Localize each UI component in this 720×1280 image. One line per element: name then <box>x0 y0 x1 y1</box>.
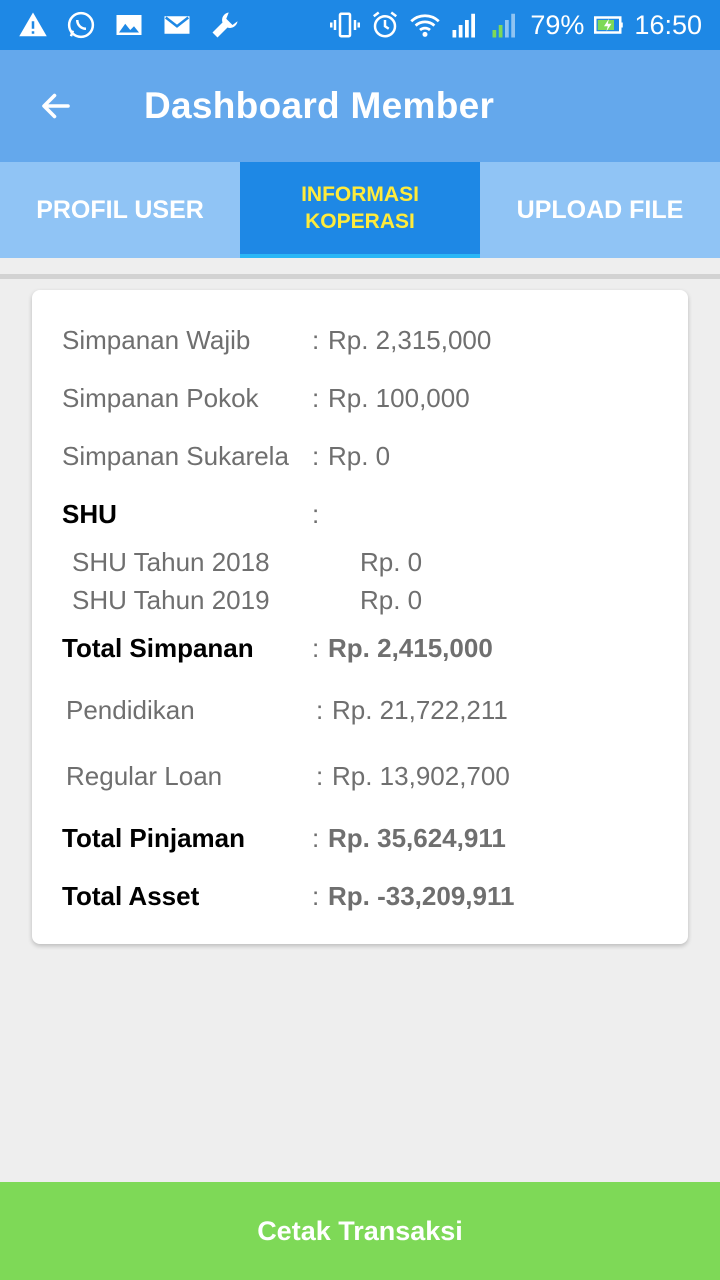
pendidikan-value: Rp. 21,722,211 <box>332 695 508 725</box>
simpanan-sukarela-label: Simpanan Sukarela <box>62 441 289 471</box>
back-button[interactable] <box>0 50 112 162</box>
total-asset-row: Total Asset : Rp. -33,209,911 <box>62 881 514 912</box>
shu-2018-row: SHU Tahun 2018 Rp. 0 <box>72 547 422 578</box>
simpanan-pokok-value: Rp. 100,000 <box>328 383 470 413</box>
wifi-icon <box>410 10 441 40</box>
tab-label: UPLOAD FILE <box>516 195 684 224</box>
image-icon <box>114 10 144 40</box>
colon: : <box>312 823 320 853</box>
shu-2019-row: SHU Tahun 2019 Rp. 0 <box>72 585 422 616</box>
shu-2019-value: Rp. 0 <box>360 585 423 615</box>
app-bar: Dashboard Member <box>0 50 720 162</box>
wrench-icon <box>210 10 240 40</box>
tab-label-line2: KOPERASI <box>305 210 415 233</box>
simpanan-pokok-label: Simpanan Pokok <box>62 383 259 413</box>
total-simpanan-label: Total Simpanan <box>62 633 254 663</box>
colon: : <box>312 499 320 529</box>
info-card: Simpanan Wajib : Rp. 2,315,000 Simpanan … <box>32 290 688 944</box>
total-simpanan-row: Total Simpanan : Rp. 2,415,000 <box>62 633 493 664</box>
shu-row: SHU : <box>62 499 328 530</box>
pendidikan-label: Pendidikan <box>66 695 195 725</box>
colon: : <box>312 441 320 471</box>
colon: : <box>312 881 320 911</box>
colon: : <box>312 383 320 413</box>
total-pinjaman-value: Rp. 35,624,911 <box>328 823 506 853</box>
total-pinjaman-row: Total Pinjaman : Rp. 35,624,911 <box>62 823 506 854</box>
total-asset-value: Rp. -33,209,911 <box>328 881 515 911</box>
warning-icon <box>18 10 48 40</box>
page-title: Dashboard Member <box>144 85 495 126</box>
divider <box>0 274 720 279</box>
regular-loan-value: Rp. 13,902,700 <box>332 761 510 791</box>
simpanan-sukarela-value: Rp. 0 <box>328 441 391 471</box>
total-pinjaman-label: Total Pinjaman <box>62 823 245 853</box>
tab-profil-user[interactable]: PROFIL USER <box>0 162 240 258</box>
shu-label: SHU <box>62 499 117 529</box>
regular-loan-row: Regular Loan : Rp. 13,902,700 <box>66 761 510 792</box>
battery-charging-icon <box>594 10 624 40</box>
colon: : <box>312 325 320 355</box>
tab-label: PROFIL USER <box>36 195 204 224</box>
shu-2019-label: SHU Tahun 2019 <box>72 585 270 615</box>
tab-bar: PROFIL USER INFORMASI KOPERASI UPLOAD FI… <box>0 162 720 258</box>
tab-label-line1: INFORMASI <box>301 183 419 206</box>
pendidikan-row: Pendidikan : Rp. 21,722,211 <box>66 695 508 726</box>
simpanan-wajib-value: Rp. 2,315,000 <box>328 325 492 355</box>
total-simpanan-value: Rp. 2,415,000 <box>328 633 493 663</box>
colon: : <box>316 695 324 725</box>
colon: : <box>316 761 324 791</box>
cetak-transaksi-button[interactable]: Cetak Transaksi <box>0 1182 720 1280</box>
arrow-back-icon <box>42 93 70 119</box>
vibrate-icon <box>330 10 361 40</box>
status-bar: 79% 16:50 <box>0 0 720 50</box>
signal-sim1-icon <box>450 10 480 40</box>
simpanan-wajib-row: Simpanan Wajib : Rp. 2,315,000 <box>62 325 491 356</box>
battery-percent: 79% <box>530 9 585 40</box>
shu-2018-label: SHU Tahun 2018 <box>72 547 270 577</box>
alarm-icon <box>370 10 400 40</box>
whatsapp-icon <box>66 10 96 40</box>
total-asset-label: Total Asset <box>62 881 200 911</box>
clock: 16:50 <box>634 9 702 40</box>
simpanan-wajib-label: Simpanan Wajib <box>62 325 251 355</box>
tab-upload-file[interactable]: UPLOAD FILE <box>480 162 720 258</box>
regular-loan-label: Regular Loan <box>66 761 223 791</box>
tab-informasi-koperasi[interactable]: INFORMASI KOPERASI <box>240 162 480 258</box>
mail-icon <box>162 10 192 40</box>
simpanan-sukarela-row: Simpanan Sukarela : Rp. 0 <box>62 441 390 472</box>
signal-sim2-icon <box>490 10 520 40</box>
simpanan-pokok-row: Simpanan Pokok : Rp. 100,000 <box>62 383 470 414</box>
colon: : <box>312 633 320 663</box>
shu-2018-value: Rp. 0 <box>360 547 423 577</box>
